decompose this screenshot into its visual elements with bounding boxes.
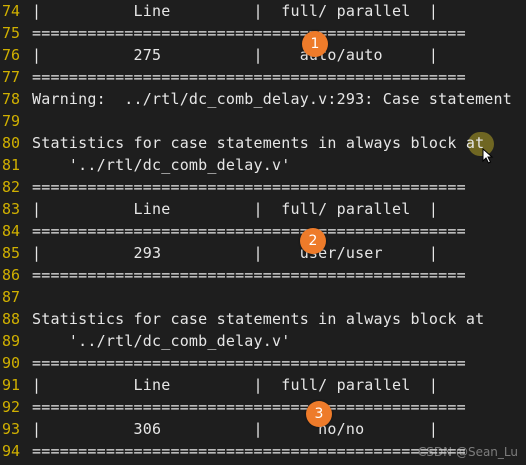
line-number: 82 [2,178,21,196]
line-text: Warning: ../rtl/dc_comb_delay.v:293: Cas… [32,90,512,108]
line-number: 77 [2,68,21,86]
line-number: 79 [2,112,21,130]
annotation-badge-3: 3 [306,401,332,427]
annotation-badge-2: 2 [300,228,326,254]
line-text: | 275 | auto/auto | [32,46,439,64]
code-line: 84 ======================================… [0,220,526,242]
annotation-badge-1: 1 [302,31,328,57]
line-number: 80 [2,134,21,152]
line-text: | Line | full/ parallel | [32,200,439,218]
code-line: 76 | 275 | auto/auto | [0,44,526,66]
line-number: 81 [2,156,21,174]
line-number: 74 [2,2,21,20]
line-number: 78 [2,90,21,108]
line-text: Statistics for case statements in always… [32,134,485,152]
line-number: 87 [2,288,21,306]
line-number: 85 [2,244,21,262]
line-number: 92 [2,398,21,416]
line-text: ========================================… [32,398,466,416]
code-line: 88 Statistics for case statements in alwa… [0,308,526,330]
code-line: 90 ======================================… [0,352,526,374]
watermark: CSDN @Sean_Lu [417,445,518,459]
mouse-pointer-icon [482,148,494,164]
line-number: 90 [2,354,21,372]
code-line: 91 | Line | full/ parallel | [0,374,526,396]
line-number: 94 [2,442,21,460]
line-number: 86 [2,266,21,284]
line-text: | 293 | user/user | [32,244,439,262]
code-line: 92 ======================================… [0,396,526,418]
code-line: 81 '../rtl/dc_comb_delay.v' [0,154,526,176]
line-number: 89 [2,332,21,350]
line-text: Statistics for case statements in always… [32,310,485,328]
code-line: 89 '../rtl/dc_comb_delay.v' [0,330,526,352]
line-number: 91 [2,376,21,394]
line-text: ========================================… [32,266,466,284]
code-line: 74 | Line | full/ parallel | [0,0,526,22]
line-text: ========================================… [32,24,466,42]
line-text: | Line | full/ parallel | [32,2,439,20]
line-number: 83 [2,200,21,218]
line-number: 88 [2,310,21,328]
line-number: 93 [2,420,21,438]
code-line: 85 | 293 | user/user | [0,242,526,264]
code-line: 87 [0,286,526,308]
line-text: ========================================… [32,178,466,196]
line-number: 84 [2,222,21,240]
code-line: 79 [0,110,526,132]
code-line: 80 Statistics for case statements in alwa… [0,132,526,154]
line-text: ========================================… [32,68,466,86]
code-line: 93 | 306 | no/no | [0,418,526,440]
code-line: 75 ======================================… [0,22,526,44]
code-line: 78 Warning: ../rtl/dc_comb_delay.v:293: C… [0,88,526,110]
line-number: 75 [2,24,21,42]
line-number: 76 [2,46,21,64]
line-text: | Line | full/ parallel | [32,376,439,394]
line-text: ========================================… [32,354,466,372]
line-text: ========================================… [32,222,466,240]
line-text: ========================================… [32,442,466,460]
code-line: 77 ======================================… [0,66,526,88]
code-line: 83 | Line | full/ parallel | [0,198,526,220]
line-text: '../rtl/dc_comb_delay.v' [32,332,291,350]
code-line: 82 ======================================… [0,176,526,198]
code-line: 86 ======================================… [0,264,526,286]
line-text: | 306 | no/no | [32,420,439,438]
code-editor[interactable]: 74 | Line | full/ parallel | 75 ==========… [0,0,526,465]
line-text: '../rtl/dc_comb_delay.v' [32,156,291,174]
